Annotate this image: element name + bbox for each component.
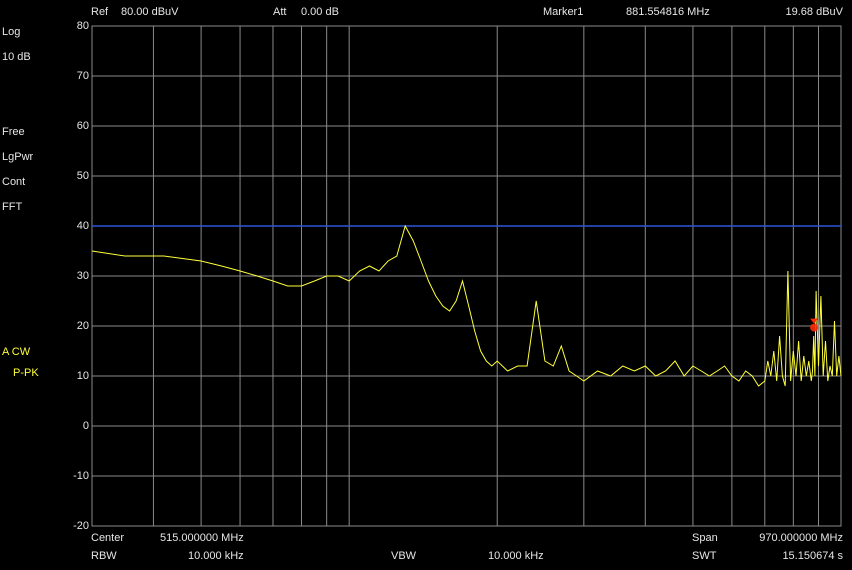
swt-label: SWT [692,550,717,562]
marker-point [810,323,819,332]
center-label: Center [91,532,125,544]
sweep-time-value: 15.150674 s [782,550,843,562]
spectrum-plot[interactable] [0,0,852,570]
trace-line [91,224,842,387]
rbw-value[interactable]: 10.000 kHz [188,550,244,562]
vbw-value[interactable]: 10.000 kHz [488,550,544,562]
rbw-label: RBW [91,550,117,562]
span-value[interactable]: 970.000000 MHz [759,532,843,544]
center-frequency-value[interactable]: 515.000000 MHz [160,532,244,544]
vbw-label: VBW [391,550,417,562]
span-label: Span [692,532,718,544]
